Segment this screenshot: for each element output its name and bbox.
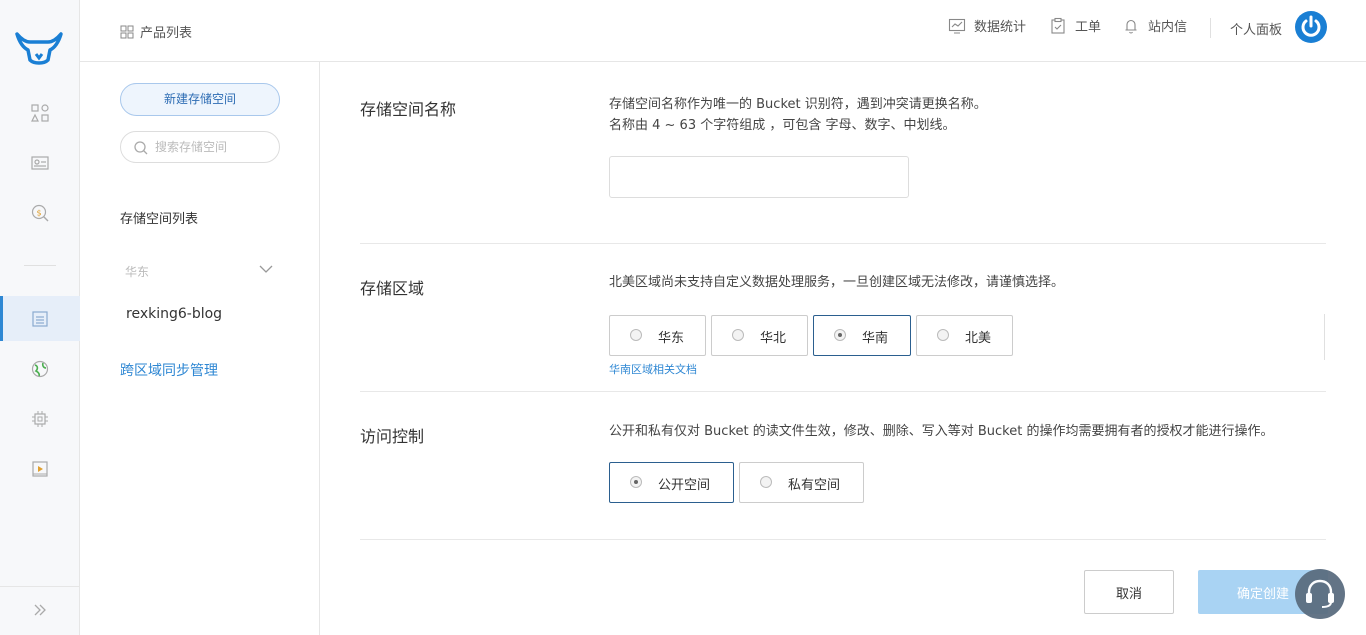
access-option-label: 公开空间 [658,478,711,493]
region-option-huabei[interactable]: 华北 [711,315,808,356]
divider [360,391,1326,392]
bucket-list-label: 存储空间列表 [120,212,199,227]
id-card-icon[interactable] [30,153,50,173]
rail-active-indicator [0,296,3,341]
data-stats-label: 数据统计 [974,20,1027,35]
access-control-description: 公开和私有仅对 Bucket 的读文件生效，修改、删除、写入等对 Bucket … [609,424,1274,439]
product-list-label: 产品列表 [140,26,193,41]
divider [360,539,1326,540]
region-option-label: 北美 [965,331,992,346]
chart-icon [948,18,966,33]
bucket-name-description: 存储空间名称作为唯一的 Bucket 识别符，遇到冲突请更换名称。 名称由 4 … [609,94,987,136]
access-option-public[interactable]: 公开空间 [609,462,734,503]
bucket-search [120,131,280,163]
radio-icon [630,329,642,341]
cdn-globe-icon[interactable] [30,359,50,379]
region-description: 北美区域尚未支持自定义数据处理服务，一旦创建区域无法修改，请谨慎选择。 [609,275,1065,290]
bucket-name-input[interactable] [609,156,909,198]
grid-icon [120,25,134,38]
radio-icon [760,476,772,488]
region-doc-link[interactable]: 华南区域相关文档 [609,361,697,377]
chevron-down-icon[interactable] [258,262,274,276]
cross-region-sync-link[interactable]: 跨区域同步管理 [120,360,218,380]
bucket-name-title: 存储空间名称 [360,100,457,119]
region-group-label[interactable]: 华东 [125,263,149,280]
customer-support-button[interactable] [1295,569,1345,619]
region-title: 存储区域 [360,279,425,298]
radio-icon [732,329,744,341]
svg-text:$: $ [36,209,41,218]
access-control-title: 访问控制 [360,427,425,446]
top-bar: 产品列表 数据统计 工单 站内信 个人面板 [80,0,1366,62]
radio-icon [937,329,949,341]
access-option-private[interactable]: 私有空间 [739,462,864,503]
messages-label: 站内信 [1148,20,1188,35]
personal-panel-link[interactable]: 个人面板 [1230,19,1282,38]
expand-icon[interactable] [30,600,50,620]
region-option-label: 华南 [862,331,889,346]
storage-icon[interactable] [30,309,50,329]
bucket-sidebar: 新建存储空间 存储空间列表 华东 rexking6-blog 跨区域同步管理 [80,62,320,635]
icon-rail: $ [0,0,80,635]
tickets-label: 工单 [1075,20,1102,35]
region-option-label: 华北 [760,331,787,346]
rail-bottom-separator [0,586,80,587]
avatar[interactable] [1295,11,1327,43]
topbar-separator [1210,18,1211,38]
finance-icon[interactable]: $ [30,203,50,223]
new-bucket-button[interactable]: 新建存储空间 [120,83,280,116]
divider [360,243,1326,244]
clipboard-icon [1051,17,1065,34]
product-list-link[interactable]: 产品列表 [120,22,192,41]
scroll-divider [1324,314,1325,360]
logo-icon[interactable] [14,26,64,66]
access-option-label: 私有空间 [788,478,841,493]
personal-panel-label: 个人面板 [1230,23,1283,38]
radio-selected-icon [630,476,642,488]
headset-icon [1306,579,1334,608]
messages-link[interactable]: 站内信 [1122,16,1187,35]
bucket-name-desc-line1: 存储空间名称作为唯一的 Bucket 识别符，遇到冲突请更换名称。 [609,97,987,112]
search-icon [134,141,148,155]
region-option-huadong[interactable]: 华东 [609,315,706,356]
bucket-list-item[interactable]: rexking6-blog [126,306,222,322]
radio-selected-icon [834,329,846,341]
bucket-name-desc-line2: 名称由 4 ~ 63 个字符组成 ，可包含 字母、数字、中划线。 [609,118,956,133]
region-option-huanan[interactable]: 华南 [813,315,911,356]
cancel-button[interactable]: 取消 [1084,570,1174,614]
tickets-link[interactable]: 工单 [1049,16,1101,35]
overview-icon[interactable] [30,103,50,123]
rail-separator [24,265,56,266]
create-bucket-form: 存储空间名称 存储空间名称作为唯一的 Bucket 识别符，遇到冲突请更换名称。… [320,62,1366,635]
search-input[interactable] [155,138,271,156]
power-icon [1301,15,1321,37]
data-stats-link[interactable]: 数据统计 [948,16,1026,35]
region-option-beimei[interactable]: 北美 [916,315,1013,356]
chip-icon[interactable] [30,409,50,429]
video-icon[interactable] [30,459,50,479]
bell-icon [1125,19,1137,33]
region-option-label: 华东 [658,331,685,346]
